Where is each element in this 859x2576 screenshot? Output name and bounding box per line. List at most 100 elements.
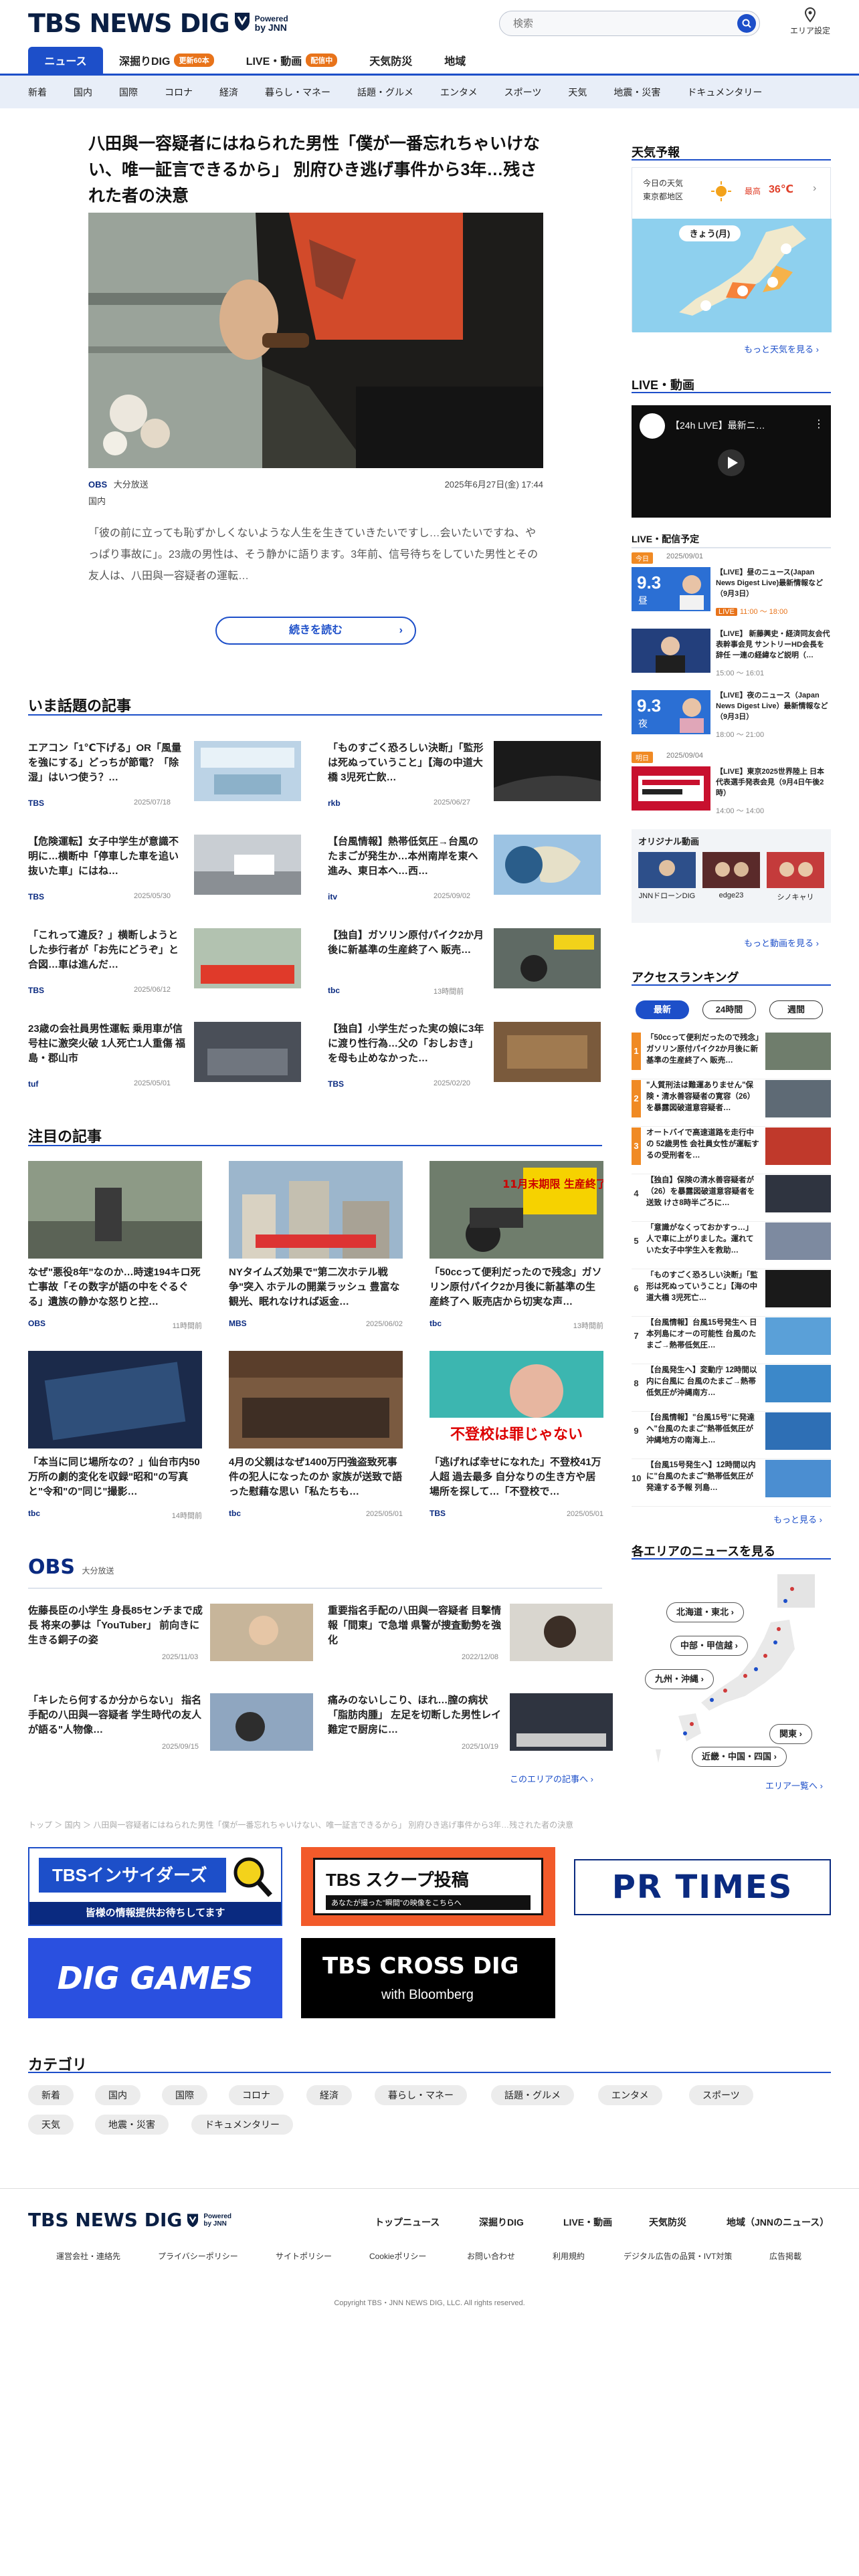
footer-sub-link[interactable]: 運営会社・連絡先 <box>56 2250 120 2262</box>
ranking-tab-weekly[interactable]: 週間 <box>769 1000 823 1019</box>
trending-item[interactable]: 【独自】ガソリン原付パイク2か月後に新基準の生産終了へ 販売… tbc 13時間… <box>328 928 609 996</box>
ranking-item[interactable]: 8 【台風発生へ】変動庁 12時間以内に台風に 台風のたまご→熱帯低気圧が沖縄南方… <box>632 1365 831 1412</box>
footer-sub-link[interactable]: デジタル広告の品質・IVT対策 <box>624 2250 732 2262</box>
nav-item[interactable]: エンタメ <box>440 86 478 99</box>
ranking-item[interactable]: 4 【独自】保険の清水善容疑者が（26）を暴露図破道意容疑者を送致 けさ8時半ごろ… <box>632 1175 831 1222</box>
footer-logo[interactable]: TBS NEWS DIG Powered by JNN <box>28 2209 231 2231</box>
area-chip-kyushu[interactable]: 九州・沖縄 › <box>645 1669 714 1689</box>
original-program[interactable]: JNNドローンDIG <box>638 852 696 901</box>
featured-item[interactable]: 「本当に同じ場所なの？」仙台市内50万所の劇的変化を収録"昭和"の写真と"令和"… <box>28 1351 202 1520</box>
footer-sub-link[interactable]: お問い合わせ <box>467 2250 515 2262</box>
weather-widget[interactable]: 今日の天気 東京都地区 最高 36℃ › きょう(月) <box>632 167 832 332</box>
trending-item[interactable]: 【独自】小学生だった実の娘に3年に渡り性行為…父の「おしおき」を母も止めなかった… <box>328 1022 609 1089</box>
live-video-player[interactable]: 【24h LIVE】最新ニ… ⋮ <box>632 405 831 518</box>
category-chip[interactable]: 天気 <box>28 2115 74 2135</box>
ranking-more-link[interactable]: もっと見る › <box>773 1513 822 1525</box>
original-program[interactable]: edge23 <box>702 852 760 899</box>
weather-more-link[interactable]: もっと天気を見る › <box>744 342 819 355</box>
nav-item[interactable]: 新着 <box>28 86 47 99</box>
tab-deep-dig[interactable]: 深掘りDIG 更新60本 <box>103 47 230 74</box>
tab-news[interactable]: ニュース <box>28 47 103 74</box>
trending-item[interactable]: 【危険運転】女子中学生が意識不明に…横断中「停車した車を追い抜いた車」にはね… … <box>28 835 309 901</box>
nav-item[interactable]: 天気 <box>568 86 587 99</box>
category-chip[interactable]: 地震・災害 <box>95 2115 169 2135</box>
video-more-link[interactable]: もっと動画を見る › <box>744 936 819 949</box>
schedule-item[interactable]: 【LIVE】 新藤興史・経済同友会代表幹事会見 サントリーHD会長を辞任 一連の… <box>632 629 831 681</box>
nav-item[interactable]: 地震・災害 <box>613 86 660 99</box>
ranking-tab-24h[interactable]: 24時間 <box>702 1000 756 1019</box>
area-chip-kinki[interactable]: 近畿・中国・四国 › <box>692 1747 787 1767</box>
obs-section-header[interactable]: OBS 大分放送 <box>28 1555 114 1579</box>
category-chip[interactable]: ドキュメンタリー <box>191 2115 293 2135</box>
tab-region[interactable]: 地域 <box>428 47 482 74</box>
footer-nav-link[interactable]: 天気防災 <box>649 2216 686 2229</box>
site-logo[interactable]: TBS NEWS DIG Powered by JNN <box>28 9 288 38</box>
nav-item[interactable]: 話題・グルメ <box>357 86 413 99</box>
area-setting-button[interactable]: エリア設定 <box>787 7 834 36</box>
featured-item[interactable]: 11月末期限 生産終了へ 「50ccって便利だったので残念」ガソリン原付パイク2… <box>430 1161 603 1330</box>
nav-item[interactable]: 暮らし・マネー <box>265 86 330 99</box>
footer-sub-link[interactable]: Cookieポリシー <box>369 2250 426 2262</box>
nav-item[interactable]: コロナ <box>165 86 193 99</box>
footer-nav-link[interactable]: 深掘りDIG <box>479 2216 524 2229</box>
category-chip[interactable]: 国際 <box>162 2085 207 2105</box>
category-chip[interactable]: 国内 <box>95 2085 140 2105</box>
trending-item[interactable]: 「これって違反？」横断しようとした歩行者が「お先にどうぞ」と合図…車は進んだ… … <box>28 928 309 995</box>
footer-nav-link[interactable]: 地域（JNNのニュース） <box>727 2216 829 2229</box>
obs-article[interactable]: 重要指名手配の八田與一容疑者 目撃情報「間東」で急増 県警が捜査動勢を強化 20… <box>328 1604 615 1664</box>
original-program[interactable]: シノキャリ <box>767 852 824 902</box>
schedule-item[interactable]: 9.3 昼 【LIVE】昼のニュース(Japan News Digest Liv… <box>632 567 831 619</box>
trending-item[interactable]: 【台風情報】熱帯低気圧→台風のたまごが発生か…本州南岸を東へ進み、東日本へ…西…… <box>328 835 609 901</box>
nav-item[interactable]: ドキュメンタリー <box>687 86 762 99</box>
category-chip[interactable]: 経済 <box>306 2085 352 2105</box>
schedule-item[interactable]: 【LIVE】東京2025世界陸上 日本代表選手発表会見（9月4日午後2時） 14… <box>632 766 831 819</box>
obs-article[interactable]: 佐藤長臣の小学生 身長85センチまで成長 将来の夢は「YouTuber」 前向き… <box>28 1604 316 1664</box>
trending-item[interactable]: エアコン「1℃下げる」OR「風量を強にする」どっちが節電？「除湿」はいつ使う？…… <box>28 741 309 808</box>
ranking-item[interactable]: 2 "人質刑法は難運ありません"保険・清水善容疑者の寛容（26）を暴露図破道意容疑… <box>632 1080 831 1127</box>
schedule-item[interactable]: 9.3 夜 【LIVE】夜のニュース（Japan News Digest Liv… <box>632 690 831 742</box>
category-chip[interactable]: 暮らし・マネー <box>375 2085 467 2105</box>
ranking-item[interactable]: 5 「意識がなくっておかすっ…」人で車に上がりました。運れていた女子中学生入を救助… <box>632 1222 831 1269</box>
cross-dig-banner[interactable]: TBS CROSS DIG with Bloomberg <box>301 1938 555 2018</box>
ranking-item[interactable]: 6 「ものすごく恐ろしい決断」「監形は死ぬっていうこと」【海の中道大橋 3児死亡… <box>632 1270 831 1317</box>
featured-item[interactable]: NYタイムズ効果で"第二次ホテル戦争"突入 ホテルの開業ラッシュ 豊富な観光、眠… <box>229 1161 403 1328</box>
nav-item[interactable]: スポーツ <box>504 86 542 99</box>
trending-item[interactable]: 「ものすごく恐ろしい決断」「監形は死ぬっていうこと」【海の中道大橋 3児死亡飲…… <box>328 741 609 808</box>
footer-sub-link[interactable]: サイトポリシー <box>276 2250 332 2262</box>
category-chip[interactable]: 新着 <box>28 2085 74 2105</box>
tab-weather[interactable]: 天気防災 <box>353 47 428 74</box>
category-chip[interactable]: スポーツ <box>689 2085 753 2105</box>
featured-item[interactable]: なぜ"悪役8年"なのか…時速194キロ死亡事故「その数字が語の中をぐるぐる」遺族… <box>28 1161 202 1330</box>
search-button[interactable] <box>737 14 756 33</box>
dig-games-banner[interactable]: DIG GAMES <box>28 1938 282 2018</box>
obs-article[interactable]: 「キレたら何するか分からない」 指名手配の八田與一容疑者 学生時代の友人が語る"… <box>28 1693 316 1753</box>
search-input[interactable] <box>512 17 726 30</box>
play-icon[interactable] <box>717 448 746 477</box>
nav-item[interactable]: 国内 <box>74 86 92 99</box>
area-chip-chubu[interactable]: 中部・甲信越 › <box>670 1636 748 1656</box>
footer-sub-link[interactable]: 広告掲載 <box>769 2250 801 2262</box>
more-vert-icon[interactable]: ⋮ <box>814 417 824 431</box>
featured-item[interactable]: 4月の父親はなぜ1400万円強盗致死事件の犯人になったのか 家族が送致で語った慰… <box>229 1351 403 1518</box>
obs-article[interactable]: 痛みのないしこり、ほれ…膣の病状「脂肪肉腫」 左足を切断した男性レイ 難定で厨房… <box>328 1693 615 1753</box>
featured-item[interactable]: 不登校は罪じゃない 「逃げれば幸せになれた」不登校41万人超 過去最多 自分なり… <box>430 1351 603 1518</box>
ranking-item[interactable]: 7 【台風情報】台風15号発生へ 日本列島にオーの可能性 台風のたまご→熱帯低気圧… <box>632 1317 831 1364</box>
ranking-item[interactable]: 9 【台風情報】"台風15号"に発達へ"台風のたまご"熱帯低気圧が沖縄地方の南海上… <box>632 1412 831 1459</box>
area-chip-hokkaido-tohoku[interactable]: 北海道・東北 › <box>666 1602 744 1622</box>
category-chip[interactable]: エンタメ <box>598 2085 662 2105</box>
obs-more-link[interactable]: このエリアの記事へ › <box>510 1772 593 1785</box>
hero-title[interactable]: 八田與一容疑者にはねられた男性「僕が一番忘れちゃいけない、唯一証言できるから」 … <box>88 131 543 209</box>
category-chip[interactable]: 話題・グルメ <box>491 2085 574 2105</box>
nav-item[interactable]: 国際 <box>119 86 138 99</box>
nav-item[interactable]: 経済 <box>219 86 238 99</box>
footer-sub-link[interactable]: プライバシーポリシー <box>158 2250 238 2262</box>
area-chip-kanto[interactable]: 関東 › <box>769 1724 812 1744</box>
footer-nav-link[interactable]: トップニュース <box>375 2216 440 2229</box>
ranking-tab-latest[interactable]: 最新 <box>636 1000 689 1019</box>
category-chip[interactable]: コロナ <box>229 2085 284 2105</box>
read-more-button[interactable]: 続きを読む › <box>215 617 416 645</box>
ranking-item[interactable]: 10 【台風15号発生へ】12時間以内に"台風のたまご"熱帯低気圧が発達する予報 … <box>632 1460 831 1507</box>
hero-category[interactable]: 国内 <box>88 494 543 507</box>
trending-item[interactable]: 23歳の会社員男性運転 乗用車が信号柱に激突火破 1人死亡1人重傷 福島・郡山市… <box>28 1022 309 1089</box>
footer-sub-link[interactable]: 利用規約 <box>553 2250 585 2262</box>
